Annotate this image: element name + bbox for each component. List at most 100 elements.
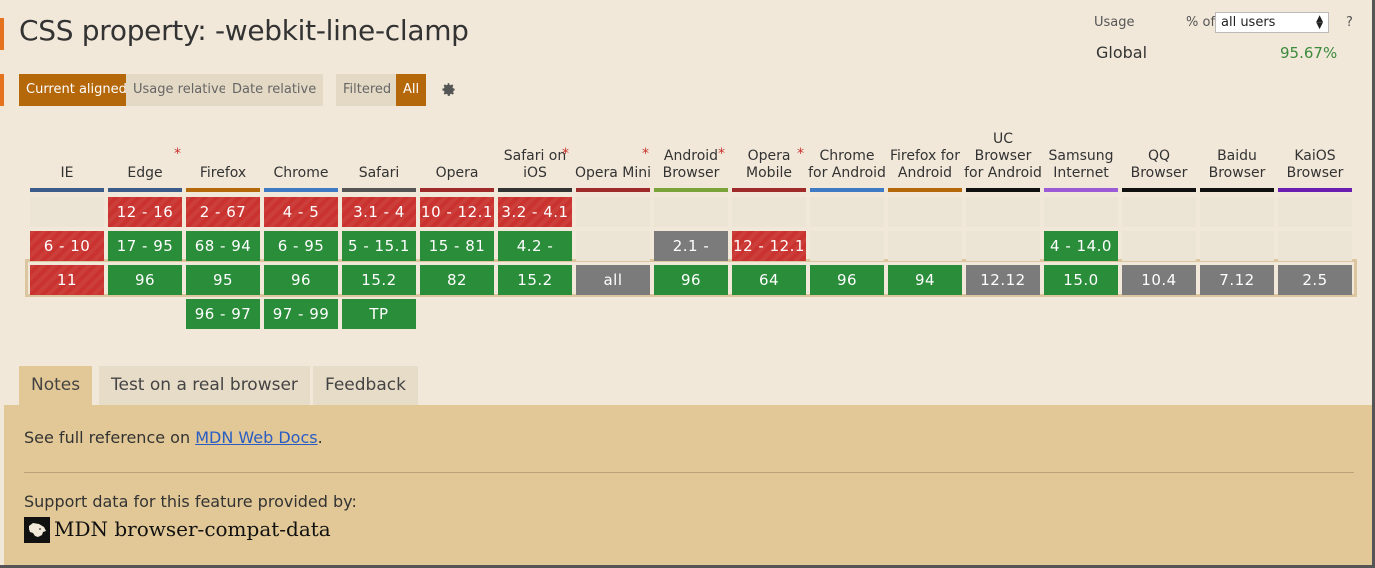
current-aligned-button[interactable]: Current aligned bbox=[19, 74, 134, 106]
reference-prefix: See full reference on bbox=[24, 428, 196, 447]
prefix-note-icon[interactable]: * bbox=[562, 146, 569, 162]
browser-color-bar bbox=[654, 188, 728, 192]
support-cell[interactable]: 68 - 94 bbox=[186, 231, 260, 261]
browser-color-bar bbox=[420, 188, 494, 192]
mdn-brand-link[interactable]: MDN browser-compat-data bbox=[54, 517, 331, 541]
support-cell bbox=[732, 197, 806, 227]
tab-test-real-browser[interactable]: Test on a real browser bbox=[99, 366, 310, 405]
support-cell[interactable]: 3.2 - 4.1 bbox=[498, 197, 572, 227]
support-cell[interactable]: 2 - 67 bbox=[186, 197, 260, 227]
prefix-note-icon[interactable]: * bbox=[174, 146, 181, 162]
toolbar-accent bbox=[0, 74, 4, 106]
support-cell bbox=[576, 197, 650, 227]
support-cell[interactable]: 4 - 14.0 bbox=[1044, 231, 1118, 261]
support-cell[interactable]: 6 - 10 bbox=[30, 231, 104, 261]
browser-header-11[interactable]: Firefox for Android bbox=[886, 116, 964, 186]
gear-icon[interactable] bbox=[441, 82, 456, 97]
prefix-note-icon[interactable]: * bbox=[797, 146, 804, 162]
support-cell bbox=[810, 231, 884, 261]
support-cell bbox=[966, 231, 1040, 261]
support-cell[interactable]: 3.1 - 4 bbox=[342, 197, 416, 227]
browser-header-3[interactable]: Chrome bbox=[262, 116, 340, 186]
page-title: CSS property: -webkit-line-clamp bbox=[19, 14, 469, 47]
support-cell bbox=[810, 197, 884, 227]
support-cell[interactable]: 15.2 bbox=[342, 265, 416, 295]
usage-label: Usage bbox=[1094, 15, 1135, 30]
support-cell[interactable]: all bbox=[576, 265, 650, 295]
support-cell[interactable]: 7.12 bbox=[1200, 265, 1274, 295]
support-cell[interactable]: 15 - 81 bbox=[420, 231, 494, 261]
title-accent bbox=[0, 18, 4, 50]
browser-header-2[interactable]: Firefox bbox=[184, 116, 262, 186]
support-cell[interactable]: 4.2 - 15.1 bbox=[498, 231, 572, 285]
browser-header-10[interactable]: Chrome for Android bbox=[808, 116, 886, 186]
browser-color-bar bbox=[576, 188, 650, 192]
support-cell bbox=[654, 197, 728, 227]
browser-color-bar bbox=[1200, 188, 1274, 192]
browser-header-15[interactable]: Baidu Browser bbox=[1198, 116, 1276, 186]
support-cell[interactable]: 94 bbox=[888, 265, 962, 295]
reference-suffix: . bbox=[317, 428, 323, 447]
pct-of-label: % of bbox=[1186, 15, 1216, 30]
browser-header-5[interactable]: Opera bbox=[418, 116, 496, 186]
support-cell[interactable]: 12 - 16 bbox=[108, 197, 182, 227]
browser-header-7[interactable]: Opera Mini bbox=[574, 116, 652, 186]
support-cell bbox=[888, 231, 962, 261]
browser-color-bar bbox=[108, 188, 182, 192]
support-cell[interactable]: 2.5 bbox=[1278, 265, 1352, 295]
support-cell[interactable]: 10 - 12.1 bbox=[420, 197, 494, 227]
mdn-web-docs-link[interactable]: MDN Web Docs bbox=[195, 428, 317, 447]
support-cell[interactable]: 11 bbox=[30, 265, 104, 295]
browser-header-0[interactable]: IE bbox=[28, 116, 106, 186]
tab-notes[interactable]: Notes bbox=[19, 366, 93, 405]
browser-header-16[interactable]: KaiOS Browser bbox=[1276, 116, 1354, 186]
mdn-dinosaur-icon[interactable] bbox=[24, 517, 50, 543]
browser-color-bar bbox=[264, 188, 338, 192]
date-relative-button[interactable]: Date relative bbox=[225, 74, 324, 106]
support-cell[interactable]: 96 bbox=[264, 265, 338, 295]
support-cell[interactable]: 96 bbox=[654, 265, 728, 295]
browser-color-bar bbox=[30, 188, 104, 192]
browser-header-1[interactable]: Edge bbox=[106, 116, 184, 186]
support-cell bbox=[576, 231, 650, 261]
support-cell[interactable]: 2.1 - 4.4.4 bbox=[654, 231, 728, 285]
support-cell[interactable]: 15.2 bbox=[498, 265, 572, 295]
support-cell[interactable]: 5 - 15.1 bbox=[342, 231, 416, 261]
support-cell[interactable]: 6 - 95 bbox=[264, 231, 338, 261]
support-cell bbox=[1044, 197, 1118, 227]
support-cell[interactable]: 96 bbox=[108, 265, 182, 295]
support-cell[interactable]: 82 bbox=[420, 265, 494, 295]
usage-scope-select[interactable]: all users ▲ ▼ bbox=[1215, 12, 1329, 33]
help-link[interactable]: ? bbox=[1346, 15, 1353, 30]
support-cell[interactable]: 96 - 97 bbox=[186, 299, 260, 329]
support-cell bbox=[966, 197, 1040, 227]
divider bbox=[24, 472, 1354, 473]
support-cell bbox=[1278, 197, 1352, 227]
browser-header-12[interactable]: UC Browser for Android bbox=[964, 116, 1042, 186]
support-cell[interactable]: 12.12 bbox=[966, 265, 1040, 295]
support-cell[interactable]: 12 - 12.1 bbox=[732, 231, 806, 261]
all-button[interactable]: All bbox=[396, 74, 427, 106]
support-cell[interactable]: 4 - 5 bbox=[264, 197, 338, 227]
support-cell[interactable]: 64 bbox=[732, 265, 806, 295]
support-cell[interactable]: 97 - 99 bbox=[264, 299, 338, 329]
support-cell bbox=[30, 197, 104, 227]
support-cell[interactable]: 95 bbox=[186, 265, 260, 295]
prefix-note-icon[interactable]: * bbox=[718, 146, 725, 162]
reference-text: See full reference on MDN Web Docs. bbox=[24, 428, 323, 447]
support-cell[interactable]: 15.0 bbox=[1044, 265, 1118, 295]
usage-relative-button[interactable]: Usage relative bbox=[126, 74, 234, 106]
tab-feedback[interactable]: Feedback bbox=[313, 366, 418, 405]
support-cell bbox=[1200, 231, 1274, 261]
prefix-note-icon[interactable]: * bbox=[642, 146, 649, 162]
browser-header-4[interactable]: Safari bbox=[340, 116, 418, 186]
filtered-button[interactable]: Filtered bbox=[336, 74, 399, 106]
support-cell[interactable]: 17 - 95 bbox=[108, 231, 182, 261]
support-cell[interactable]: 96 bbox=[810, 265, 884, 295]
browser-color-bar bbox=[732, 188, 806, 192]
support-cell[interactable]: 10.4 bbox=[1122, 265, 1196, 295]
browser-color-bar bbox=[810, 188, 884, 192]
browser-header-13[interactable]: Samsung Internet bbox=[1042, 116, 1120, 186]
support-cell[interactable]: TP bbox=[342, 299, 416, 329]
browser-header-14[interactable]: QQ Browser bbox=[1120, 116, 1198, 186]
